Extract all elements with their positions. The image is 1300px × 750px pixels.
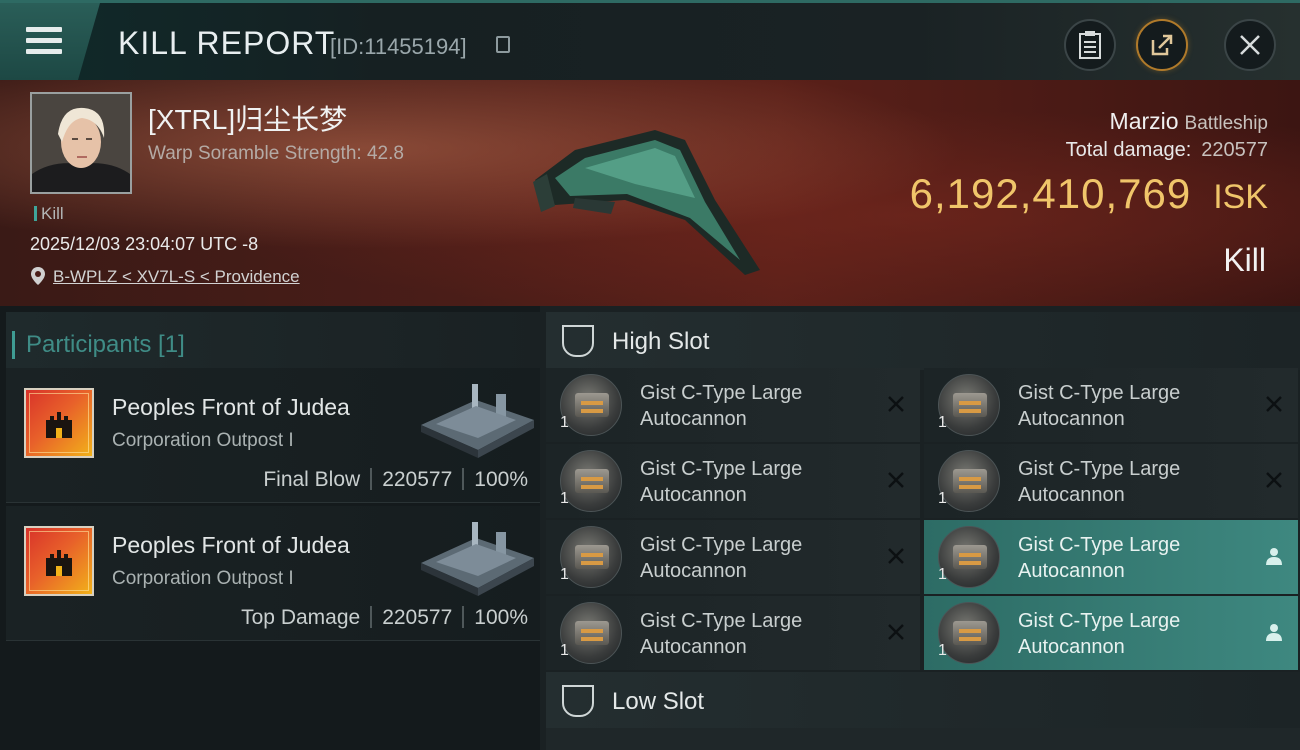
total-damage-label: Total damage: <box>1065 139 1192 161</box>
participant-percent: 100% <box>474 468 528 491</box>
module-name: Gist C-Type Large Autocannon <box>1018 610 1181 658</box>
copy-icon[interactable] <box>496 36 510 53</box>
participants-title: Participants [1] <box>12 331 185 359</box>
report-id: [ID:11455194] <box>330 34 467 59</box>
page-title: KILL REPORT <box>118 25 336 61</box>
clipboard-button[interactable] <box>1064 19 1116 71</box>
share-icon <box>1151 34 1173 56</box>
result-label: Kill <box>1223 242 1266 278</box>
dropped-person-icon <box>1266 548 1282 565</box>
module-qty: 1 <box>560 642 569 659</box>
destroyed-x-icon <box>888 472 904 488</box>
pilot-avatar[interactable] <box>30 92 132 194</box>
pilot-name[interactable]: [XTRL]归尘长梦 <box>148 98 347 138</box>
participant-card[interactable]: Peoples Front of Judea Corporation Outpo… <box>6 368 540 503</box>
module-name: Gist C-Type Large Autocannon <box>640 458 803 506</box>
destroyed-x-icon <box>888 624 904 640</box>
participant-damage: 220577 <box>382 468 453 491</box>
share-button[interactable] <box>1136 19 1188 71</box>
module-name: Gist C-Type Large Autocannon <box>640 382 803 430</box>
corp-logo <box>24 526 94 596</box>
autocannon-icon <box>560 374 622 436</box>
participant-role: Top Damage <box>241 606 361 629</box>
module-qty: 1 <box>938 414 947 431</box>
low-slot-row <box>546 728 1300 750</box>
module-tile[interactable]: 1 Gist C-Type Large Autocannon <box>924 520 1298 594</box>
module-qty: 1 <box>560 414 569 431</box>
ship-class: Battleship <box>1184 113 1268 134</box>
participant-damage: 220577 <box>382 606 453 629</box>
module-name: Gist C-Type Large Autocannon <box>640 610 803 658</box>
slot-icon <box>562 685 594 717</box>
outpost-image <box>421 522 534 596</box>
ship-image <box>533 130 760 275</box>
module-name: Gist C-Type Large Autocannon <box>1018 458 1181 506</box>
module-name: Gist C-Type Large Autocannon <box>640 534 803 582</box>
destroyed-x-icon <box>888 548 904 564</box>
participant-name: Peoples Front of Judea <box>112 394 350 420</box>
dropped-person-icon <box>1266 624 1282 641</box>
low-slot-label: Low Slot <box>612 688 705 715</box>
high-slot-header[interactable]: High Slot <box>546 312 1300 370</box>
outpost-image <box>421 384 534 458</box>
location-link[interactable]: B-WPLZ < XV7L-S < Providence <box>53 267 300 287</box>
header-bar: KILL REPORT [ID:11455194] <box>0 0 1300 80</box>
module-qty: 1 <box>560 566 569 583</box>
autocannon-icon <box>560 450 622 512</box>
close-button[interactable] <box>1224 19 1276 71</box>
high-slot-label: High Slot <box>612 328 710 355</box>
autocannon-icon <box>938 526 1000 588</box>
module-tile[interactable]: 1 Gist C-Type Large Autocannon <box>546 444 920 518</box>
participant-card[interactable]: Peoples Front of Judea Corporation Outpo… <box>6 506 540 641</box>
ship-name[interactable]: Marzio <box>1110 108 1179 134</box>
location-pin-icon <box>31 267 45 285</box>
menu-button[interactable] <box>0 3 100 80</box>
isk-amount: 6,192,410,769 <box>909 170 1192 217</box>
warp-scramble-text: Warp Soramble Strength: 42.8 <box>148 143 404 164</box>
module-tile[interactable]: 1 Gist C-Type Large Autocannon <box>546 596 920 670</box>
module-tile[interactable]: 1 Gist C-Type Large Autocannon <box>924 444 1298 518</box>
module-tile[interactable]: 1 Gist C-Type Large Autocannon <box>924 596 1298 670</box>
kill-datetime: 2025/12/03 23:04:07 UTC -8 <box>30 234 259 254</box>
participant-sub: Corporation Outpost I <box>112 430 294 451</box>
isk-value: 6,192,410,769 ISK <box>910 170 1268 218</box>
module-qty: 1 <box>938 566 947 583</box>
total-damage-value: 220577 <box>1201 139 1268 161</box>
low-slot-header[interactable]: Low Slot <box>546 672 1300 730</box>
participants-panel: Participants [1] Peoples Front of Judea … <box>0 306 540 750</box>
participant-sub: Corporation Outpost I <box>112 568 294 589</box>
participant-percent: 100% <box>474 606 528 629</box>
participant-role: Final Blow <box>263 468 361 491</box>
slot-icon <box>562 325 594 357</box>
module-tile[interactable]: 1 Gist C-Type Large Autocannon <box>924 368 1298 442</box>
corp-logo <box>24 388 94 458</box>
autocannon-icon <box>560 526 622 588</box>
module-name: Gist C-Type Large Autocannon <box>1018 534 1181 582</box>
isk-unit: ISK <box>1213 178 1268 216</box>
clipboard-icon <box>1079 31 1101 59</box>
victim-ship: Marzio Battleship <box>1110 108 1268 135</box>
fitting-panel: High Slot 1 Gist C-Type Large Autocannon 1… <box>540 306 1300 750</box>
kill-banner: [XTRL]归尘长梦 Warp Soramble Strength: 42.8 … <box>0 80 1300 306</box>
module-qty: 1 <box>938 642 947 659</box>
kill-type-tag: Kill <box>34 204 64 224</box>
close-icon <box>1240 35 1260 55</box>
autocannon-icon <box>938 602 1000 664</box>
total-damage: Total damage: 220577 <box>1066 139 1268 162</box>
autocannon-icon <box>560 602 622 664</box>
destroyed-x-icon <box>1266 472 1282 488</box>
destroyed-x-icon <box>888 396 904 412</box>
module-name: Gist C-Type Large Autocannon <box>1018 382 1181 430</box>
module-qty: 1 <box>938 490 947 507</box>
module-tile[interactable]: 1 Gist C-Type Large Autocannon <box>546 368 920 442</box>
module-qty: 1 <box>560 490 569 507</box>
destroyed-x-icon <box>1266 396 1282 412</box>
participants-header: Participants [1] <box>6 312 540 372</box>
module-tile[interactable]: 1 Gist C-Type Large Autocannon <box>546 520 920 594</box>
participant-name: Peoples Front of Judea <box>112 532 350 558</box>
participant-stats: Final Blow 220577 100% <box>263 468 528 492</box>
participant-stats: Top Damage 220577 100% <box>241 606 528 630</box>
autocannon-icon <box>938 374 1000 436</box>
autocannon-icon <box>938 450 1000 512</box>
